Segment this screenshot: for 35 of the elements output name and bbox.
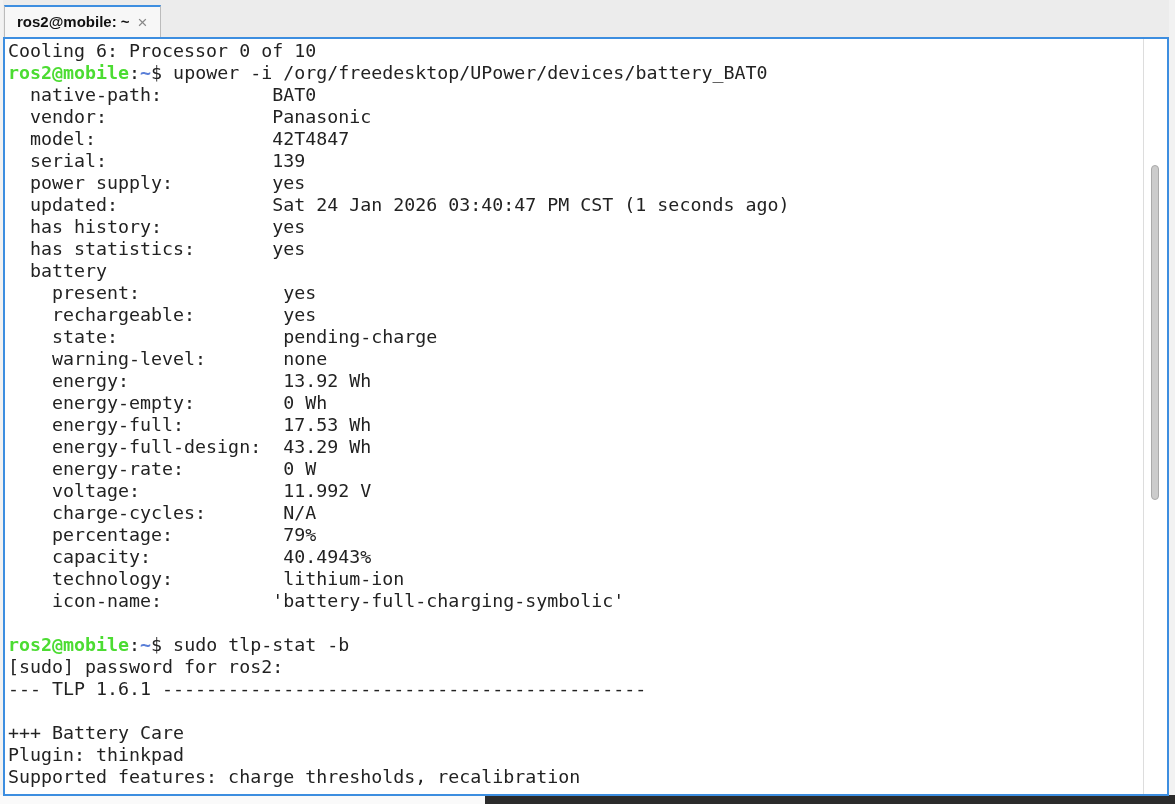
terminal-line: capacity: 40.4943% <box>51 546 373 568</box>
terminal-line: model: 42T4847 <box>29 128 351 150</box>
terminal-line: power supply: yes <box>29 172 307 194</box>
terminal-line: has history: yes <box>29 216 307 238</box>
terminal-line: icon-name: 'battery-full-charging-symbolic' <box>51 590 626 612</box>
terminal-line: warning-level: none <box>51 348 329 370</box>
terminal-tab[interactable]: ros2@mobile: ~ × <box>4 5 161 37</box>
terminal-line: +++ Battery Care <box>8 722 186 744</box>
terminal-line: native-path: BAT0 <box>29 84 318 106</box>
terminal-line: vendor: Panasonic <box>29 106 373 128</box>
terminal-line: Plugin: thinkpad <box>8 744 186 766</box>
terminal-line: energy-rate: 0 W <box>51 458 318 480</box>
terminal-line: Supported features: charge thresholds, recalibration <box>8 766 582 788</box>
terminal-line: energy-full: 17.53 Wh <box>51 414 373 436</box>
scrollbar-thumb[interactable] <box>1151 165 1159 500</box>
terminal-line: Cooling 6: Processor 0 of 10 <box>8 40 318 62</box>
terminal-line: energy: 13.92 Wh <box>51 370 373 392</box>
terminal-line: state: pending-charge <box>51 326 439 348</box>
terminal-line: voltage: 11.992 V <box>51 480 373 502</box>
prompt-line: ros2@mobile:~$ upower -i /org/freedesktop/UPower/devices/battery_BAT0 <box>8 62 769 84</box>
terminal-line: energy-full-design: 43.29 Wh <box>51 436 373 458</box>
terminal-line: present: yes <box>51 282 318 304</box>
terminal-line: energy-empty: 0 Wh <box>51 392 329 414</box>
terminal-line: [sudo] password for ros2: <box>8 656 285 678</box>
terminal-line: serial: 139 <box>29 150 307 172</box>
terminal-line: battery <box>29 260 109 282</box>
terminal-line: has statistics: yes <box>29 238 307 260</box>
terminal-line: technology: lithium-ion <box>51 568 406 590</box>
terminal-line: charge-cycles: N/A <box>51 502 318 524</box>
terminal-line: --- TLP 1.6.1 -------------------------------------------- <box>8 678 648 700</box>
tab-title: ros2@mobile: ~ <box>17 11 130 32</box>
terminal-line: rechargeable: yes <box>51 304 318 326</box>
terminal-line: updated: Sat 24 Jan 2026 03:40:47 PM CST (1 seconds ago) <box>29 194 791 216</box>
prompt-line: ros2@mobile:~$ sudo tlp-stat -b <box>8 634 351 656</box>
terminal-line: percentage: 79% <box>51 524 318 546</box>
